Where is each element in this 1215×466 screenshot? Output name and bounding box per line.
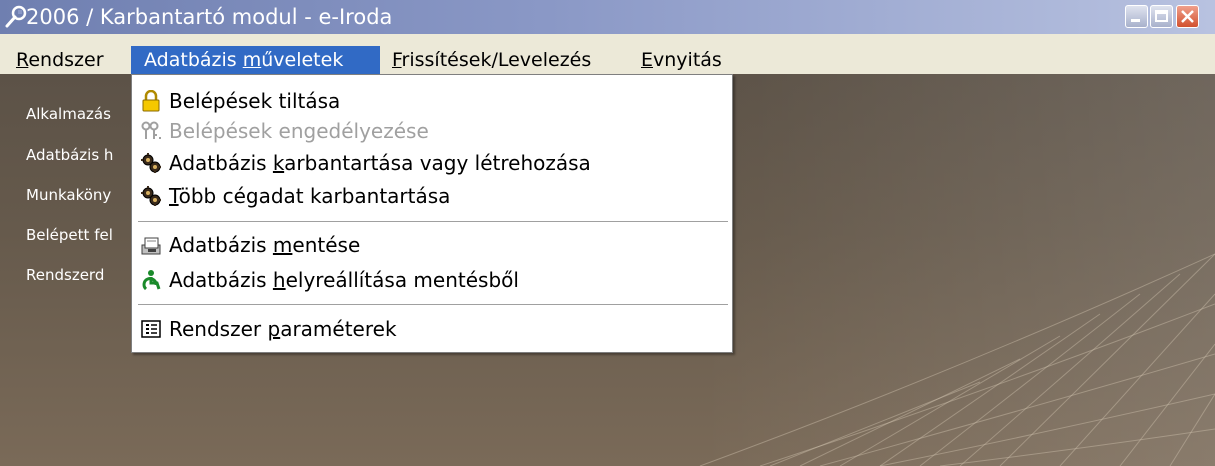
menu-accel: F xyxy=(392,49,402,71)
menu-item-belepesek-tiltasa[interactable]: Belépések tiltása xyxy=(132,86,732,116)
menu-accel: E xyxy=(641,49,654,71)
keys-icon xyxy=(140,120,162,142)
menu-item-adatbazis-mentese[interactable]: Adatbázis mentése xyxy=(132,230,732,260)
save-disk-icon xyxy=(140,234,162,256)
dd-label-pre: Rendszer xyxy=(169,317,268,341)
menu-item-adatbazis-karbantartasa[interactable]: Adatbázis karbantartása vagy létrehozása xyxy=(132,148,732,178)
dropdown-menu: Belépések tiltása Belépések engedélyezés… xyxy=(131,74,733,353)
dd-label-post: öbb cégadat karbantartása xyxy=(178,184,451,208)
menu-accel: R xyxy=(16,49,29,71)
window-title: 2006 / Karbantartó modul - e-Iroda xyxy=(26,5,393,29)
menu-label-post: rissítések/Levelezés xyxy=(401,49,592,71)
dd-accel: k xyxy=(272,151,285,175)
menu-label-post: vnyitás xyxy=(653,49,722,71)
dd-accel: h xyxy=(272,268,286,292)
menu-item-rendszer-parameterek[interactable]: Rendszer paraméterek xyxy=(132,314,732,344)
dd-accel: T xyxy=(169,184,179,208)
menu-evnyitas[interactable]: Evnyitás xyxy=(631,46,741,74)
title-bar[interactable]: 2006 / Karbantartó modul - e-Iroda xyxy=(0,0,1215,34)
menu-label-post: űveletek xyxy=(261,49,344,71)
wrench-icon[interactable] xyxy=(4,5,28,29)
gears-icon xyxy=(140,152,162,174)
menu-item-belepesek-engedelyezese[interactable]: Belépések engedélyezése xyxy=(132,116,732,146)
menu-adatbazis-muveletek[interactable]: Adatbázis műveletek xyxy=(131,46,380,74)
dd-label-pre: Belépések engedélyezése xyxy=(169,119,429,143)
dd-label-pre: Belépések tiltása xyxy=(169,89,341,113)
maximize-button[interactable] xyxy=(1150,5,1173,28)
menu-accel: m xyxy=(242,49,262,71)
menu-item-tobb-cegadat[interactable]: Több cégadat karbantartása xyxy=(132,181,732,211)
dd-label-pre: Adatbázis xyxy=(169,268,273,292)
menu-separator xyxy=(138,304,728,306)
menu-separator xyxy=(138,221,728,223)
parameters-icon xyxy=(140,318,162,340)
menu-label-pre: Adatbázis xyxy=(144,49,243,71)
menu-frissitesek[interactable]: Frissítések/Levelezés xyxy=(381,46,631,74)
dd-label-post: arbantartása vagy létrehozása xyxy=(284,151,591,175)
dd-label-pre: Adatbázis xyxy=(169,151,273,175)
minimize-button[interactable] xyxy=(1125,5,1148,28)
gears-icon xyxy=(140,185,162,207)
dd-accel: p xyxy=(267,317,281,341)
info-label-belepett: Belépett fel xyxy=(26,226,113,244)
padlock-icon xyxy=(140,89,162,112)
dd-accel: m xyxy=(272,233,293,257)
info-label-rendszerdatum: Rendszerd xyxy=(26,266,105,284)
info-label-munkakonyv: Munkaköny xyxy=(26,186,112,204)
dd-label-pre: Adatbázis xyxy=(169,233,273,257)
menu-item-adatbazis-helyreallitasa[interactable]: Adatbázis helyreállítása mentésből xyxy=(132,265,732,295)
close-button[interactable] xyxy=(1176,5,1199,28)
menu-rendszer[interactable]: Rendszer xyxy=(4,46,130,74)
dd-label-post: entése xyxy=(292,233,361,257)
menubar-gap xyxy=(0,34,1215,46)
restore-icon xyxy=(140,269,162,291)
info-label-adatbazis: Adatbázis h xyxy=(26,146,114,164)
menu-label-post: endszer xyxy=(28,49,104,71)
dd-label-post: elyreállítása mentésből xyxy=(285,268,519,292)
dd-label-post: araméterek xyxy=(280,317,397,341)
info-label-alkalmazas: Alkalmazás xyxy=(26,105,111,123)
